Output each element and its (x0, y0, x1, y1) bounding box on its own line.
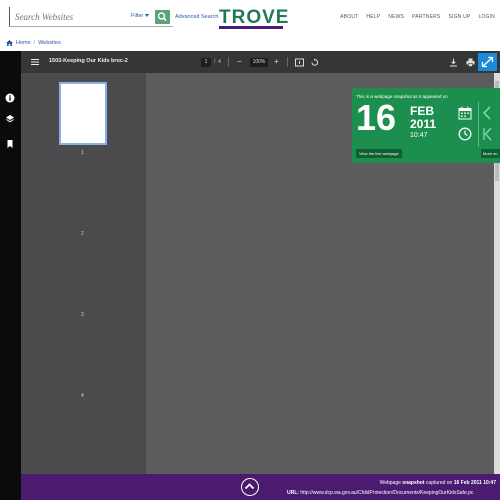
nav-help[interactable]: HELP (366, 14, 380, 20)
site-header: Filter Advanced Search TROVE ABOUT HELP … (0, 0, 500, 36)
logo-underline (219, 26, 283, 29)
thumbnail-label[interactable]: 2 (81, 231, 84, 237)
page-thumbnail[interactable] (59, 82, 107, 145)
page-number-input[interactable]: 1 (201, 58, 211, 67)
capture-info: Webpage snapshot captured on 16 Feb 2011… (380, 480, 496, 486)
zoom-out-button[interactable]: − (237, 57, 245, 67)
thumbnail-label[interactable]: 1 (81, 150, 84, 156)
capture-snapshot-word: snapshot (402, 480, 425, 486)
snapshot-time: 10:47 (410, 132, 428, 139)
capture-prefix: Webpage (379, 480, 401, 486)
filter-label: Filter (131, 13, 144, 19)
breadcrumb-separator: / (33, 40, 36, 46)
url-value[interactable]: http://www.dcp.wa.gov.au/ChildProtection… (300, 490, 473, 496)
capture-url: URL: http://www.dcp.wa.gov.au/ChildProte… (287, 490, 500, 496)
chevron-left-icon[interactable] (482, 106, 492, 120)
rotate-icon[interactable] (310, 58, 319, 67)
nav-about[interactable]: ABOUT (340, 14, 358, 20)
nav-login[interactable]: LOGIN (478, 14, 495, 20)
viewer-toolbar: 1503-Keeping Our Kids broc-2 1 / 4 − 100… (21, 51, 500, 73)
advanced-search-link[interactable]: Advanced Search (175, 14, 218, 20)
expand-icon (481, 56, 494, 68)
document-title: 1503-Keeping Our Kids broc-2 (49, 58, 128, 64)
nav-partners[interactable]: PARTNERS (412, 14, 440, 20)
zoom-in-button[interactable]: + (274, 57, 282, 67)
nav-sign-up[interactable]: SIGN UP (448, 14, 470, 20)
home-icon (6, 40, 13, 46)
info-icon[interactable] (5, 93, 15, 103)
menu-icon[interactable] (31, 58, 39, 66)
snapshot-month: FEB (410, 104, 434, 118)
layers-icon[interactable] (5, 114, 15, 124)
capture-date: 16 Feb 2011 10:47 (453, 480, 496, 486)
calendar-icon[interactable] (458, 106, 472, 120)
print-icon[interactable] (466, 58, 475, 67)
breadcrumb: Home / Websites (6, 38, 61, 48)
thumbnail-label[interactable]: 4 (81, 393, 84, 399)
toolbar-divider (228, 57, 229, 67)
more-snapshots-button[interactable]: More sn (481, 149, 500, 158)
toolbar-divider (287, 57, 288, 67)
banner-divider (478, 102, 479, 147)
breadcrumb-websites[interactable]: Websites (38, 40, 61, 46)
zoom-level-input[interactable]: 100% (250, 58, 268, 67)
capture-mid: captured on (425, 480, 453, 486)
snapshot-day: 16 (356, 97, 397, 138)
snapshot-footer: Webpage snapshot captured on 16 Feb 2011… (0, 474, 500, 500)
search-input[interactable] (15, 9, 125, 25)
download-icon[interactable] (449, 58, 458, 67)
page: Filter Advanced Search TROVE ABOUT HELP … (0, 0, 500, 500)
footer-rail-end (0, 474, 21, 500)
filter-dropdown[interactable]: Filter (131, 13, 150, 19)
thumbnail-panel: 1 2 3 4 (21, 73, 146, 474)
search-icon (157, 12, 167, 22)
trove-logo[interactable]: TROVE (219, 8, 288, 30)
clock-icon[interactable] (458, 127, 472, 141)
view-live-webpage-button[interactable]: View the live webpage (356, 149, 402, 158)
snapshot-banner: This is a webpage snapshot as it appeare… (352, 88, 500, 163)
page-separator: / (214, 59, 216, 65)
first-snapshot-icon[interactable] (482, 127, 492, 141)
viewer-side-rail (0, 51, 21, 474)
bookmark-icon[interactable] (5, 139, 15, 149)
breadcrumb-home[interactable]: Home (16, 40, 31, 46)
fullscreen-button[interactable] (478, 53, 497, 71)
scroll-up-button[interactable] (241, 478, 259, 496)
url-label: URL: (287, 490, 299, 496)
search-button[interactable] (155, 10, 170, 24)
top-nav: ABOUT HELP NEWS PARTNERS SIGN UP LOGIN (340, 14, 495, 20)
snapshot-year: 2011 (410, 117, 437, 131)
total-pages: 4 (218, 59, 221, 65)
fit-page-icon[interactable] (295, 58, 304, 67)
nav-news[interactable]: NEWS (388, 14, 404, 20)
thumbnail-label[interactable]: 3 (81, 312, 84, 318)
page-count: / 4 (214, 59, 221, 65)
chevron-up-icon (244, 483, 255, 490)
logo-text: TROVE (219, 7, 290, 28)
caret-down-icon (145, 14, 150, 18)
